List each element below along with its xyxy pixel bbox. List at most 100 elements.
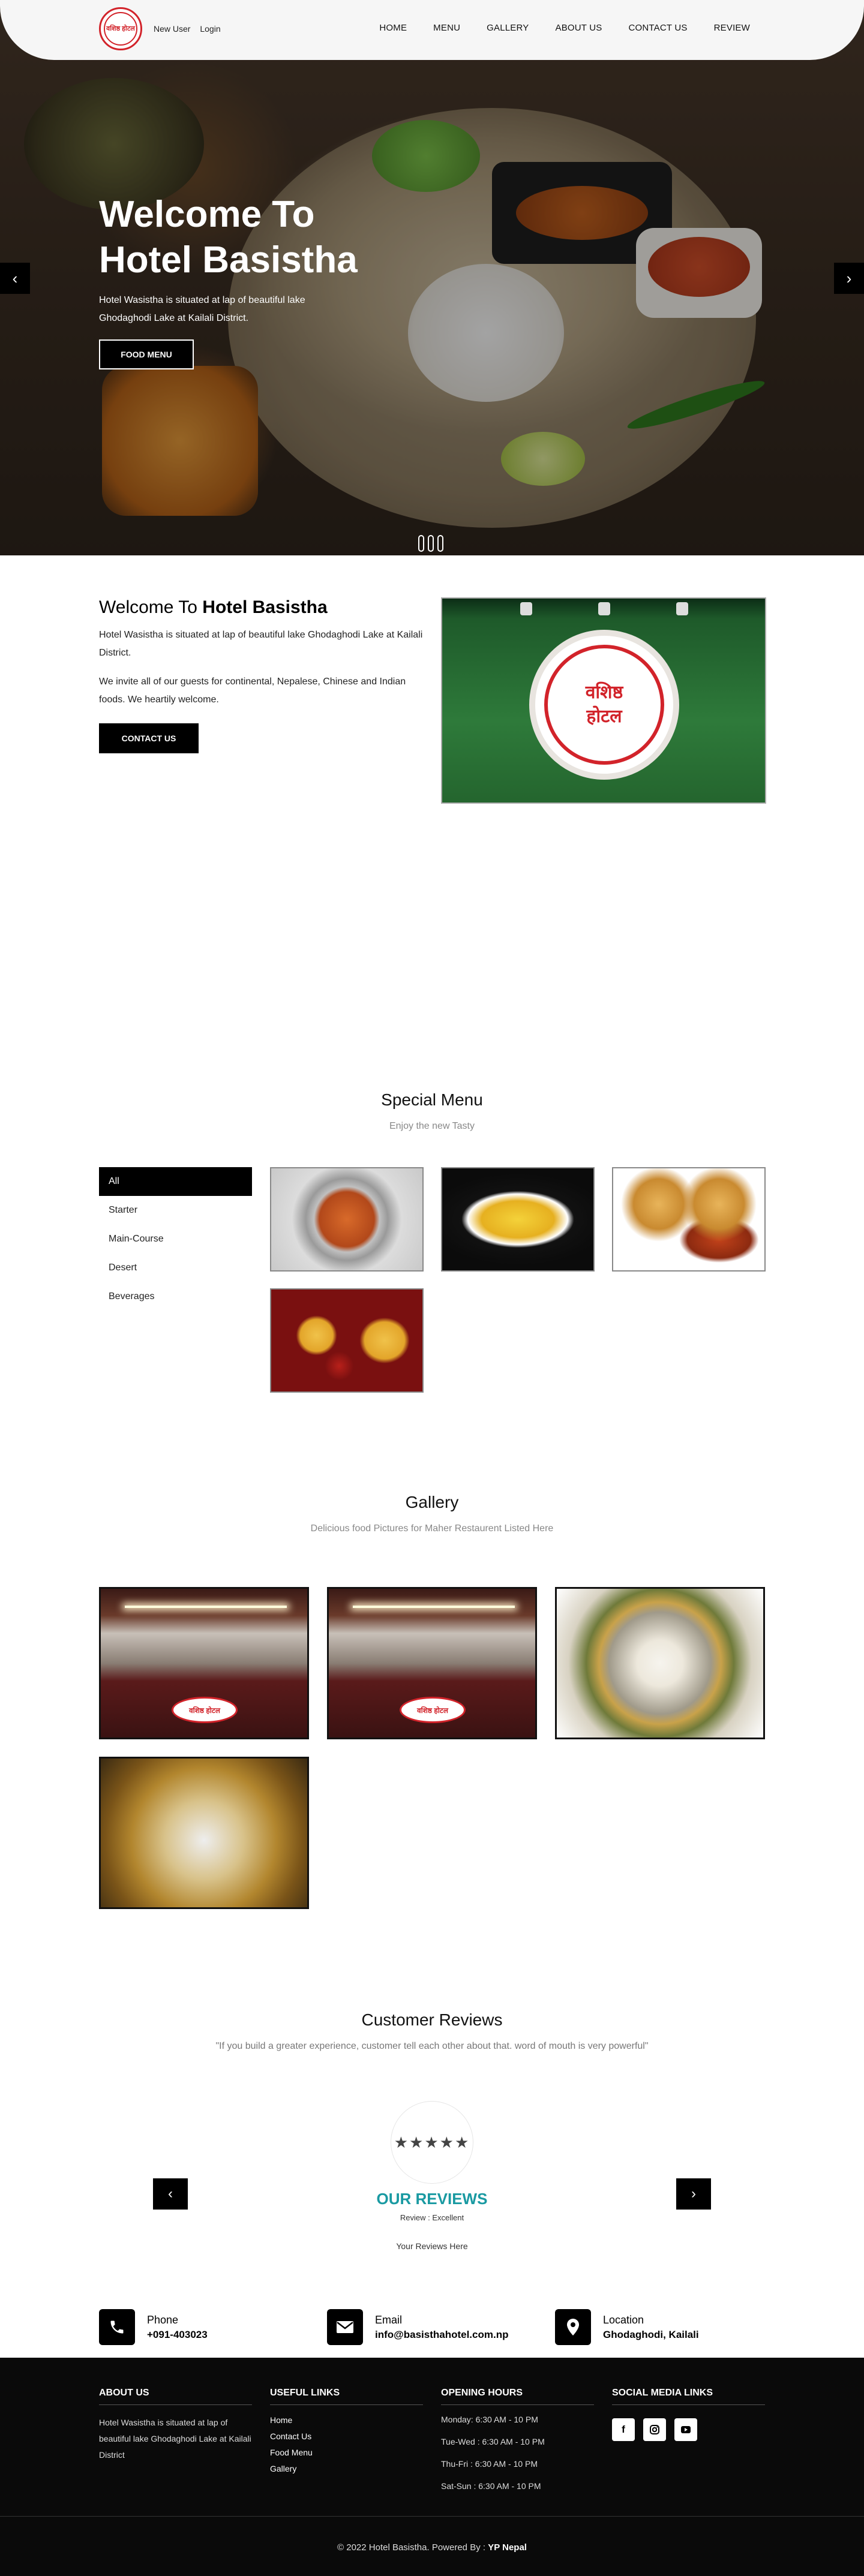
welcome-paragraph-1: Hotel Wasistha is situated at lap of bea… — [99, 630, 423, 658]
footer-link-contact-us[interactable]: Contact Us — [270, 2428, 423, 2445]
special-menu-title: Special Menu — [381, 1090, 483, 1109]
phone-icon — [99, 2309, 135, 2345]
map-pin-icon — [555, 2309, 591, 2345]
youtube-icon[interactable] — [674, 2418, 697, 2441]
hero-text: Hotel Wasistha is situated at lap of bea… — [99, 295, 305, 323]
hotel-sign-text: वशिष्ठ होटल — [544, 645, 664, 765]
hero-slide-indicators — [418, 535, 443, 552]
review-stars: ★★★★★ — [391, 2101, 473, 2184]
location-label: Location — [603, 2313, 644, 2326]
hero-next-button[interactable]: › — [834, 263, 864, 294]
new-user-link[interactable]: New User — [154, 24, 190, 34]
hours-row: Sat-Sun : 6:30 AM - 10 PM — [441, 2481, 541, 2491]
nav-review[interactable]: REVIEW — [714, 23, 750, 33]
contact-email: Email info@basisthahotel.com.np — [327, 2309, 508, 2345]
footer-opening-hours: OPENING HOURS Monday: 6:30 AM - 10 PM Tu… — [441, 2388, 594, 2497]
hours-row: Thu-Fri : 6:30 AM - 10 PM — [441, 2459, 538, 2469]
nav-gallery[interactable]: GALLERY — [487, 23, 529, 33]
footer-links-heading: USEFUL LINKS — [270, 2388, 423, 2405]
footer-link-home[interactable]: Home — [270, 2412, 423, 2428]
phone-value[interactable]: +091-403023 — [147, 2329, 208, 2341]
reviews-title: Customer Reviews — [361, 2010, 503, 2029]
food-menu-button[interactable]: FOOD MENU — [99, 339, 194, 369]
instagram-icon[interactable] — [643, 2418, 666, 2441]
menu-category-all[interactable]: All — [99, 1167, 252, 1196]
slide-indicator-2[interactable] — [428, 535, 434, 552]
menu-item-image[interactable] — [441, 1167, 595, 1272]
footer-hours-list: Monday: 6:30 AM - 10 PM Tue-Wed : 6:30 A… — [441, 2409, 594, 2497]
hero-title-line1: Welcome To — [99, 194, 315, 235]
chevron-left-icon: ‹ — [12, 269, 18, 287]
logo-text: वशिष्ठ होटल — [104, 12, 137, 46]
gallery-sign: वशिष्ठ होटल — [400, 1697, 466, 1723]
nav-about-us[interactable]: ABOUT US — [555, 23, 602, 33]
email-value[interactable]: info@basisthahotel.com.np — [375, 2329, 508, 2341]
welcome-title: Welcome To Hotel Basistha — [99, 597, 328, 618]
menu-category-desert[interactable]: Desert — [99, 1254, 252, 1282]
powered-by-link[interactable]: YP Nepal — [488, 2542, 527, 2553]
phone-label: Phone — [147, 2313, 179, 2326]
footer-about-text: Hotel Wasistha is situated at lap of bea… — [99, 2418, 251, 2460]
hotel-sign-image: वशिष्ठ होटल — [441, 597, 766, 804]
footer-links-list: Home Contact Us Food Menu Gallery — [270, 2412, 423, 2477]
gallery-image[interactable]: वशिष्ठ होटल — [99, 1587, 309, 1739]
ceiling-light — [676, 602, 688, 615]
slide-indicator-3[interactable] — [437, 535, 443, 552]
main-nav: HOME MENU GALLERY ABOUT US CONTACT US RE… — [353, 23, 750, 33]
special-menu-subtitle: Enjoy the new Tasty — [389, 1121, 475, 1131]
site-footer: ABOUT US Hotel Wasistha is situated at l… — [0, 2358, 864, 2576]
star-icon: ★★★★★ — [394, 2133, 470, 2151]
gallery-lights — [125, 1606, 287, 1608]
footer-divider — [0, 2516, 864, 2517]
reviews-subtitle: "If you build a greater experience, cust… — [215, 2041, 649, 2051]
gallery-lights — [353, 1606, 515, 1608]
review-text: Your Reviews Here — [396, 2241, 468, 2251]
footer-about-heading: ABOUT US — [99, 2388, 252, 2405]
nav-menu[interactable]: MENU — [433, 23, 460, 33]
footer-copyright: © 2022 Hotel Basistha. Powered By : YP N… — [0, 2542, 864, 2553]
gallery-image[interactable]: वशिष्ठ होटल — [327, 1587, 537, 1739]
ceiling-light — [598, 602, 610, 615]
contact-email-text: Email info@basisthahotel.com.np — [375, 2314, 508, 2341]
menu-item-image[interactable] — [270, 1288, 424, 1393]
contact-location: Location Ghodaghodi, Kailali — [555, 2309, 699, 2345]
menu-category-main-course[interactable]: Main-Course — [99, 1225, 252, 1254]
footer-link-food-menu[interactable]: Food Menu — [270, 2445, 423, 2461]
menu-category-list: All Starter Main-Course Desert Beverages — [99, 1167, 252, 1311]
hero-title: Welcome To Hotel Basistha — [99, 192, 358, 283]
menu-item-image[interactable] — [270, 1167, 424, 1272]
envelope-icon — [327, 2309, 363, 2345]
welcome-paragraph-2: We invite all of our guests for continen… — [99, 677, 406, 705]
footer-social: SOCIAL MEDIA LINKS f — [612, 2388, 765, 2441]
user-links: New User Login — [154, 24, 228, 34]
gallery-image[interactable] — [99, 1757, 309, 1909]
contact-location-text: Location Ghodaghodi, Kailali — [603, 2314, 699, 2341]
facebook-icon[interactable]: f — [612, 2418, 635, 2441]
email-label: Email — [375, 2313, 403, 2326]
footer-useful-links: USEFUL LINKS Home Contact Us Food Menu G… — [270, 2388, 423, 2477]
hero-slider: Welcome To Hotel Basistha Hotel Wasistha… — [0, 0, 864, 555]
menu-category-starter[interactable]: Starter — [99, 1196, 252, 1225]
site-header: वशिष्ठ होटल New User Login HOME MENU GAL… — [0, 0, 864, 60]
contact-phone: Phone +091-403023 — [99, 2309, 208, 2345]
slide-indicator-1[interactable] — [418, 535, 424, 552]
copyright-text: © 2022 Hotel Basistha. Powered By : — [337, 2542, 488, 2553]
login-link[interactable]: Login — [200, 24, 220, 34]
nav-home[interactable]: HOME — [379, 23, 407, 33]
gallery-image[interactable] — [555, 1587, 765, 1739]
hotel-sign: वशिष्ठ होटल — [529, 630, 679, 780]
footer-social-heading: SOCIAL MEDIA LINKS — [612, 2388, 765, 2405]
site-logo[interactable]: वशिष्ठ होटल — [99, 7, 142, 50]
hotel-sign-line2: होटल — [586, 707, 622, 726]
hero-prev-button[interactable]: ‹ — [0, 263, 30, 294]
contact-phone-text: Phone +091-403023 — [147, 2314, 208, 2341]
social-links: f — [612, 2418, 765, 2441]
contact-us-button[interactable]: CONTACT US — [99, 723, 199, 753]
ceiling-light — [520, 602, 532, 615]
footer-link-gallery[interactable]: Gallery — [270, 2461, 423, 2477]
hotel-sign-line1: वशिष्ठ — [585, 683, 623, 702]
nav-contact-us[interactable]: CONTACT US — [629, 23, 688, 33]
menu-category-beverages[interactable]: Beverages — [99, 1282, 252, 1311]
menu-item-image[interactable] — [612, 1167, 766, 1272]
gallery-sign: वशिष्ठ होटल — [172, 1697, 238, 1723]
